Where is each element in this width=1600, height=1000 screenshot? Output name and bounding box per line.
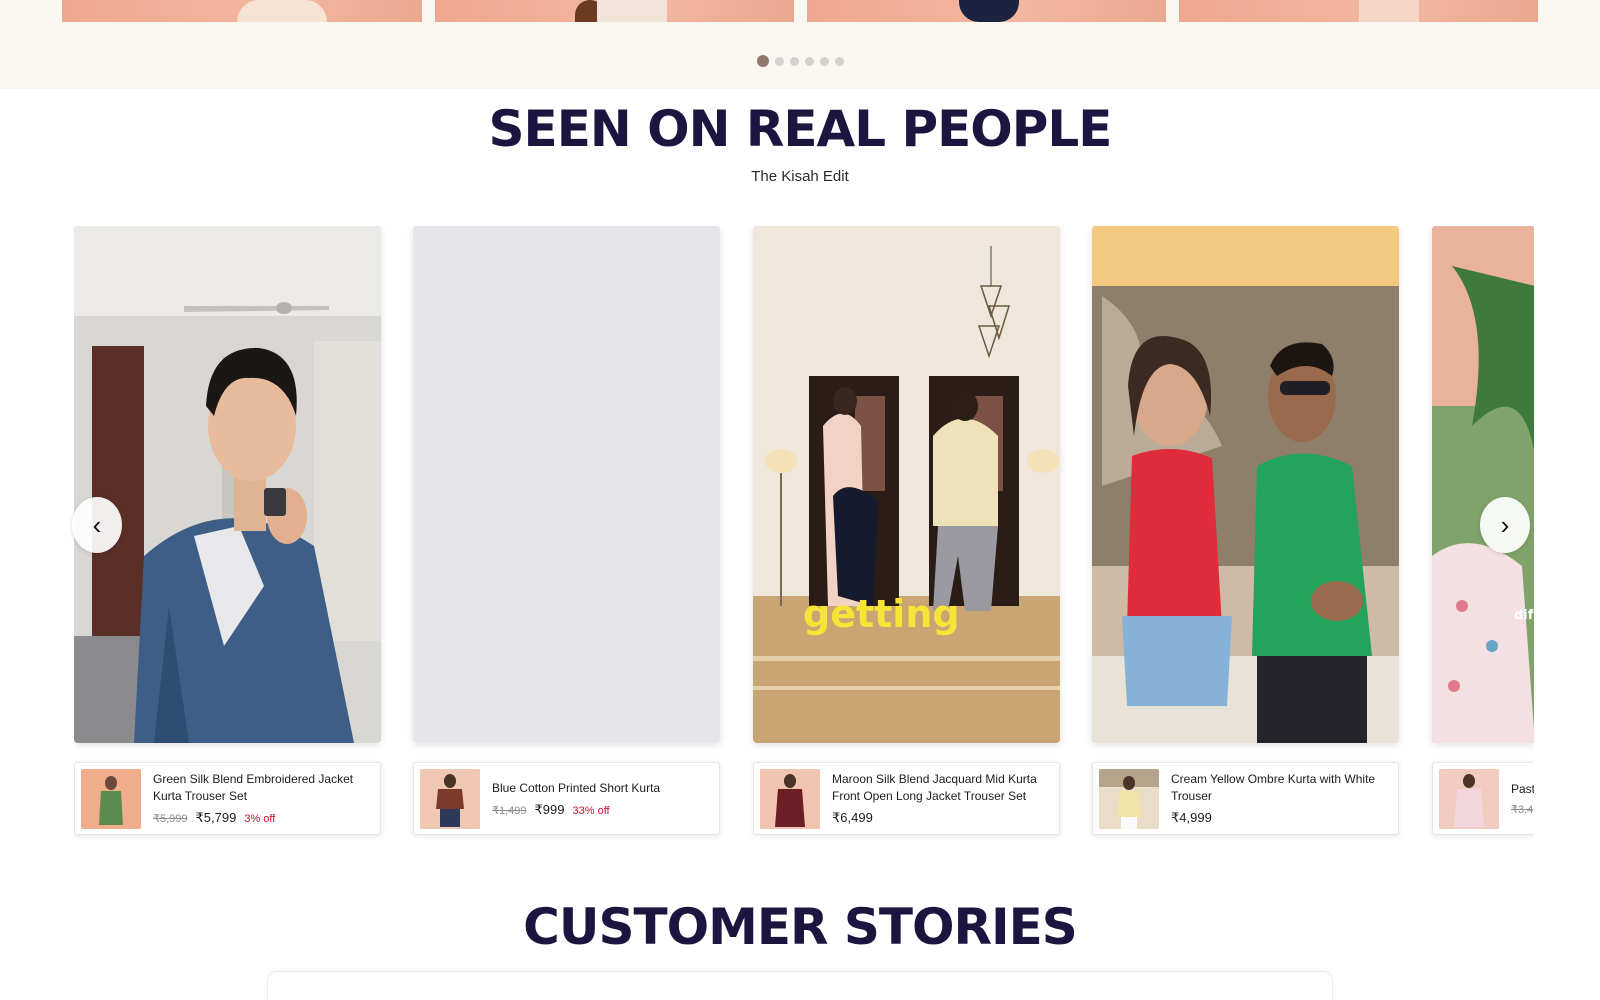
product-mrp: ₹5,999: [153, 813, 188, 825]
carousel-dot[interactable]: [819, 56, 829, 66]
product-card[interactable]: Maroon Silk Blend Jacquard Mid Kurta Fro…: [753, 762, 1060, 835]
product-name: Cream Yellow Ombre Kurta with White Trou…: [1171, 772, 1376, 803]
product-name: Green Silk Blend Embroidered Jacket Kurt…: [153, 772, 354, 803]
carousel-dot[interactable]: [756, 55, 769, 67]
carousel-next-button[interactable]: ›: [1480, 497, 1530, 553]
product-price: ₹6,499: [832, 810, 873, 825]
product-card[interactable]: Cream Yellow Ombre Kurta with White Trou…: [1092, 762, 1399, 835]
banner-slide-2[interactable]: [435, 0, 794, 22]
section-title-seen-on-real-people: SEEN ON REAL PEOPLE: [488, 100, 1113, 158]
video-card[interactable]: [74, 226, 381, 743]
product-discount: 33% off: [572, 804, 610, 817]
product-card[interactable]: Blue Cotton Printed Short Kurta ₹1,499 ₹…: [413, 762, 720, 835]
product-thumbnail: [1099, 768, 1159, 829]
product-thumbnail: [760, 768, 820, 829]
product-name: Maroon Silk Blend Jacquard Mid Kurta Fro…: [832, 772, 1037, 803]
product-thumbnail: [1439, 768, 1499, 829]
product-card[interactable]: Green Silk Blend Embroidered Jacket Kurt…: [74, 762, 381, 835]
section-subtitle: The Kisah Edit: [751, 168, 849, 185]
banner-section: [0, 0, 1600, 89]
product-name: Blue Cotton Printed Short Kurta: [492, 780, 661, 795]
product-price: ₹4,999: [1171, 810, 1212, 825]
banner-slide-1[interactable]: [62, 0, 422, 22]
chevron-left-icon: ‹: [92, 509, 102, 540]
product-thumbnail: [81, 768, 141, 829]
video-card[interactable]: [1092, 226, 1399, 743]
video-carousel: getting dif Green Silk Blend Embroidered…: [74, 226, 1534, 840]
section-title-customer-stories: CUSTOMER STORIES: [523, 898, 1078, 956]
banner-slide-4[interactable]: [1179, 0, 1538, 22]
product-card[interactable]: Paste ₹3,4: [1432, 762, 1534, 835]
product-thumbnail: [420, 768, 480, 829]
customer-story-card: [267, 971, 1333, 1000]
product-mrp: ₹1,499: [492, 804, 527, 817]
product-name: Paste: [1511, 782, 1534, 796]
video-card-loading[interactable]: [413, 226, 720, 743]
video-caption: dif: [1514, 608, 1534, 623]
carousel-dot[interactable]: [774, 56, 784, 66]
carousel-dot[interactable]: [789, 56, 799, 66]
video-card[interactable]: dif: [1432, 226, 1534, 743]
chevron-right-icon: ›: [1500, 509, 1510, 540]
product-discount: 3% off: [244, 813, 276, 825]
banner-slide-3[interactable]: [807, 0, 1166, 22]
carousel-dot[interactable]: [834, 56, 844, 66]
carousel-prev-button[interactable]: ‹: [72, 497, 122, 553]
video-card[interactable]: getting: [753, 226, 1060, 743]
product-mrp: ₹3,4: [1511, 804, 1534, 816]
video-caption: getting: [803, 592, 960, 636]
carousel-dots: [0, 55, 1600, 67]
carousel-dot[interactable]: [804, 56, 814, 66]
product-price: ₹5,799: [195, 810, 237, 825]
product-price: ₹999: [534, 801, 565, 817]
